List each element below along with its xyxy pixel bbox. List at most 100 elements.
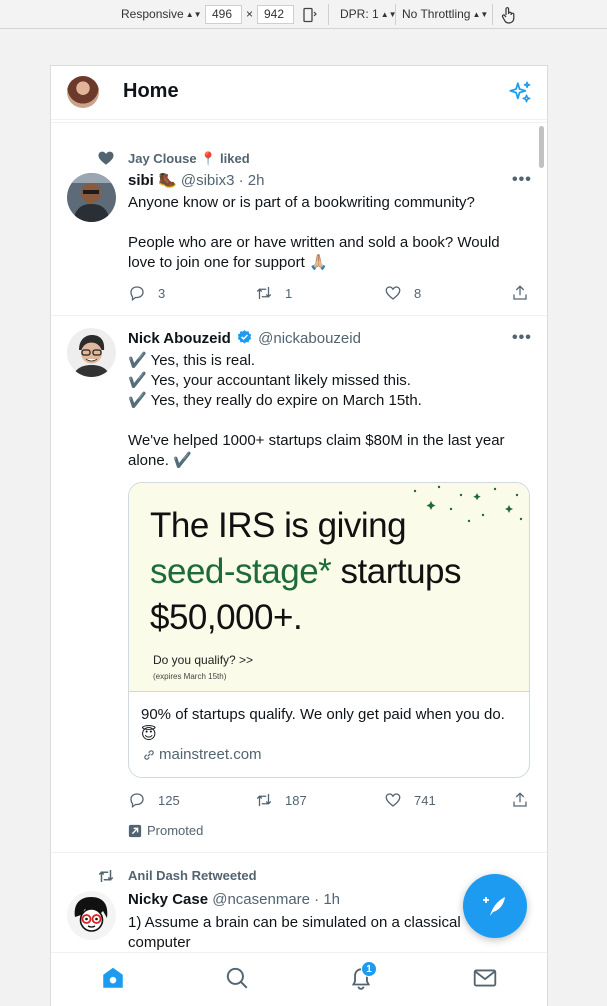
tweet-actions: 125 187 741 [128, 790, 533, 810]
tweet-line: We've helped 1000+ startups claim $80M i… [128, 432, 505, 469]
author-name[interactable]: sibi 🥾 [128, 172, 177, 189]
card-expires: (expires March 15th) [153, 672, 227, 681]
throttling-select[interactable]: No Throttling ▲▼ [402, 0, 488, 29]
social-context[interactable]: Jay Clouse 📍 liked [128, 151, 250, 167]
promoted-icon [128, 824, 142, 837]
card-headline: The IRS is giving seed-stage* startups $… [150, 503, 462, 641]
heart-filled-icon [98, 151, 114, 165]
promoted-label: Promoted [128, 823, 203, 838]
share-button[interactable] [511, 790, 541, 810]
share-button[interactable] [511, 283, 541, 303]
device-select[interactable]: Responsive ▲▼ [121, 0, 202, 29]
social-context[interactable]: Anil Dash Retweeted [128, 868, 257, 883]
card-headline-green: seed-stage* [150, 552, 332, 591]
rotate-icon [303, 7, 317, 23]
reply-button[interactable]: 125 [128, 790, 180, 810]
like-button[interactable]: 741 [384, 790, 436, 810]
chevron-updown-icon: ▲▼ [472, 10, 489, 19]
avatar[interactable] [67, 891, 116, 940]
author-name[interactable]: Nicky Case [128, 891, 208, 908]
chevron-updown-icon: ▲▼ [185, 10, 202, 19]
card-link-domain: mainstreet.com [159, 746, 262, 763]
author-handle-time[interactable]: @sibix3 · 2h [181, 172, 265, 189]
touch-icon [501, 7, 515, 24]
tweet-actions: 3 1 8 [128, 283, 533, 303]
author-handle[interactable]: @nickabouzeid [258, 330, 361, 347]
tweet-line: 1) Assume a brain can be simulated on a … [128, 914, 461, 951]
heart-icon [385, 286, 401, 300]
heart-icon [385, 793, 401, 807]
tweet-nick-abouzeid[interactable]: Nick Abouzeid @nickabouzeid ••• ✔️ Yes, … [51, 316, 547, 853]
card-question: Do you qualify? >> [153, 653, 254, 667]
retweet-button[interactable]: 1 [255, 283, 292, 303]
reply-count: 3 [158, 285, 166, 301]
profile-avatar[interactable] [67, 76, 99, 108]
tweet-author-row: Nick Abouzeid @nickabouzeid [128, 329, 361, 347]
retweet-context-icon [98, 870, 114, 882]
tweet-text: ✔️ Yes, this is real. ✔️ Yes, your accou… [128, 351, 528, 471]
card-headline-line-2: seed-stage* startups [150, 549, 462, 595]
author-handle-time[interactable]: @ncasenmare · 1h [212, 891, 340, 908]
avatar[interactable] [67, 328, 116, 377]
like-button[interactable]: 8 [384, 283, 421, 303]
reply-icon [130, 793, 144, 809]
notification-badge: 1 [361, 961, 377, 977]
retweet-icon [256, 794, 272, 806]
page-title: Home [123, 80, 179, 102]
retweet-button[interactable]: 187 [255, 790, 307, 810]
rotate-button[interactable] [302, 0, 318, 29]
share-icon [513, 792, 527, 807]
avatar[interactable] [67, 173, 116, 222]
throttling-label: No Throttling [402, 7, 471, 21]
tweet-line [128, 411, 528, 431]
tweet-line: ✔️ Yes, this is real. [128, 352, 256, 369]
height-input[interactable]: 942 [257, 5, 294, 24]
card-headline-line-1: The IRS is giving [150, 506, 407, 545]
nav-search[interactable] [222, 963, 252, 993]
share-icon [513, 285, 527, 300]
verified-badge-icon [237, 330, 252, 344]
touch-toggle[interactable] [500, 0, 516, 29]
twitter-viewport: Home Jay Clouse 📍 liked sibi 🥾 @sibix3 ·… [50, 65, 548, 1006]
toolbar-separator [395, 4, 396, 25]
reply-count: 125 [158, 792, 180, 808]
card-description: 90% of startups qualify. We only get pai… [141, 706, 505, 743]
tweet-text: Anyone know or is part of a bookwriting … [128, 193, 528, 273]
like-count: 741 [414, 792, 436, 808]
link-preview-card[interactable]: The IRS is giving seed-stage* startups $… [128, 482, 530, 778]
nav-notifications[interactable]: 1 [346, 961, 377, 993]
tweet-author-row: sibi 🥾 @sibix3 · 2h [128, 171, 264, 189]
tweet-sibi[interactable]: Jay Clouse 📍 liked sibi 🥾 @sibix3 · 2h •… [51, 123, 547, 316]
reply-icon [130, 286, 144, 302]
promoted-text: Promoted [147, 823, 204, 838]
more-options-icon[interactable]: ••• [512, 171, 531, 189]
dimension-separator: × [246, 7, 254, 21]
tweet-author-row: Nicky Case @ncasenmare · 1h [128, 891, 340, 908]
top-header: Home [51, 66, 547, 120]
tweet-line: ✔️ Yes, they really do expire on March 1… [128, 392, 422, 409]
search-icon [226, 967, 248, 989]
card-image[interactable]: The IRS is giving seed-stage* startups $… [129, 483, 529, 692]
more-options-icon[interactable]: ••• [512, 329, 531, 347]
retweet-count: 187 [285, 792, 307, 808]
dpr-label: DPR: 1 [340, 7, 379, 21]
toolbar-separator [492, 4, 493, 25]
sparkle-icon[interactable] [507, 80, 533, 106]
reply-button[interactable]: 3 [128, 283, 165, 303]
devtools-toolbar: Responsive ▲▼ 496 × 942 DPR: 1 ▲▼ No Throt… [0, 0, 607, 29]
width-input[interactable]: 496 [205, 5, 242, 24]
author-name[interactable]: Nick Abouzeid [128, 330, 231, 347]
dpr-select[interactable]: DPR: 1 ▲▼ [340, 0, 397, 29]
card-headline-rest: startups [331, 552, 462, 591]
tweet-line: ✔️ Yes, your accountant likely missed th… [128, 372, 411, 389]
feather-plus-icon [483, 897, 505, 916]
nav-home[interactable] [98, 963, 128, 993]
nav-messages[interactable] [470, 963, 500, 993]
link-icon [144, 749, 154, 760]
device-label: Responsive [121, 7, 184, 21]
home-icon [103, 967, 123, 988]
bottom-navigation: 1 [51, 952, 547, 1006]
compose-tweet-button[interactable] [463, 874, 527, 938]
like-count: 8 [414, 285, 422, 301]
card-link[interactable]: mainstreet.com [141, 746, 262, 763]
